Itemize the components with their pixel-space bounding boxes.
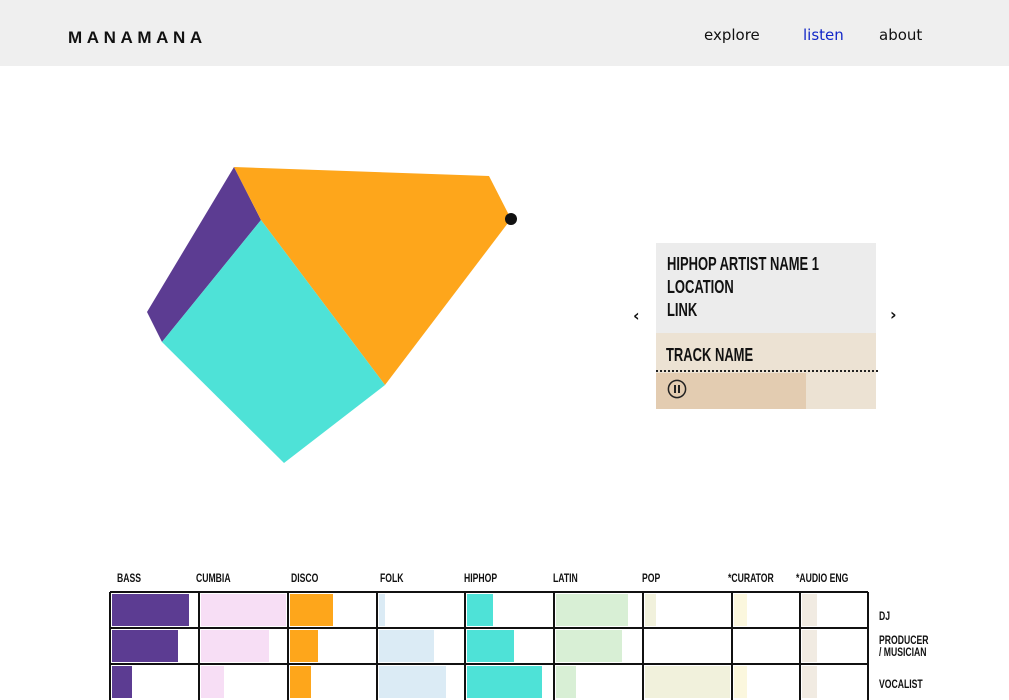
grid-cell-fill — [467, 630, 514, 662]
grid-cell-fill — [645, 666, 730, 698]
grid-cell[interactable] — [199, 592, 288, 628]
genre-header-label: *CURATOR — [728, 571, 774, 585]
genre-header-label: CUMBIA — [196, 571, 231, 585]
grid-cell[interactable] — [288, 664, 377, 700]
grid-cell-fill — [802, 594, 817, 626]
role-label-2[interactable]: VOCALIST — [879, 678, 949, 690]
grid-cell[interactable] — [732, 628, 800, 664]
grid-cell-fill — [112, 594, 189, 626]
grid-cell-fill — [201, 594, 286, 626]
genre-header-label: *AUDIO ENG — [796, 571, 849, 585]
role-label-text: VOCALIST — [879, 677, 923, 691]
artist-name[interactable]: HIPHOP ARTIST NAME 1 — [667, 253, 819, 275]
genre-header-1[interactable]: CUMBIA — [196, 571, 244, 585]
grid-cell-fill — [556, 666, 576, 698]
grid-cell-fill — [201, 630, 269, 662]
genre-header-3[interactable]: FOLK — [380, 571, 413, 585]
grid-cell[interactable] — [199, 664, 288, 700]
genre-header-label: LATIN — [553, 571, 578, 585]
grid-cell[interactable] — [643, 664, 732, 700]
artist-link[interactable]: LINK — [667, 299, 697, 321]
genre-header-label: BASS — [117, 571, 142, 585]
grid-cell[interactable] — [800, 628, 868, 664]
grid-cell[interactable] — [377, 592, 465, 628]
genre-header-label: FOLK — [380, 571, 404, 585]
grid-cell[interactable] — [554, 592, 643, 628]
track-name-wrap: TRACK NAME — [666, 344, 787, 367]
grid-cell[interactable] — [732, 592, 800, 628]
grid-cell-fill — [379, 594, 385, 626]
grid-cell[interactable] — [110, 664, 199, 700]
artist-link-wrap: LINK — [667, 299, 709, 322]
shape-vertex-marker[interactable] — [505, 213, 517, 225]
grid-cell-fill — [379, 630, 434, 662]
pause-icon[interactable] — [667, 379, 687, 399]
grid-cell-fill — [112, 630, 178, 662]
grid-cell-fill — [556, 630, 622, 662]
grid-cell[interactable] — [288, 592, 377, 628]
genre-header-0[interactable]: BASS — [117, 571, 150, 585]
grid-cell[interactable] — [800, 592, 868, 628]
genre-header-8[interactable]: *AUDIO ENG — [796, 571, 869, 585]
grid-cell-fill — [467, 666, 542, 698]
grid-cell[interactable] — [643, 592, 732, 628]
grid-cell-fill — [290, 666, 311, 698]
grid-cell[interactable] — [554, 664, 643, 700]
genre-header-2[interactable]: DISCO — [291, 571, 329, 585]
role-label-1[interactable]: PRODUCER / MUSICIAN — [879, 634, 949, 658]
genre-header-6[interactable]: POP — [642, 571, 667, 585]
grid-cell[interactable] — [800, 664, 868, 700]
genre-header-5[interactable]: LATIN — [553, 571, 587, 585]
role-label-text: PRODUCER / MUSICIAN — [879, 633, 929, 659]
genre-header-label: DISCO — [291, 571, 319, 585]
grid-cell-fill — [290, 630, 318, 662]
track-divider-line — [656, 370, 878, 372]
grid-cell[interactable] — [554, 628, 643, 664]
grid-cell[interactable] — [199, 628, 288, 664]
grid-cell[interactable] — [288, 628, 377, 664]
genre-header-7[interactable]: *CURATOR — [728, 571, 792, 585]
grid-cell[interactable] — [643, 628, 732, 664]
grid-cell[interactable] — [732, 664, 800, 700]
grid-cell[interactable] — [465, 592, 554, 628]
grid-cell-fill — [379, 666, 446, 698]
grid-cell[interactable] — [465, 628, 554, 664]
grid-cell-fill — [734, 666, 747, 698]
role-label-text: DJ — [879, 609, 891, 623]
genre-header-label: HIPHOP — [464, 571, 498, 585]
grid-cell-fill — [802, 666, 817, 698]
grid-cell[interactable] — [110, 592, 199, 628]
grid-cell-fill — [112, 666, 132, 698]
grid-cell-fill — [556, 594, 628, 626]
grid-cell-fill — [734, 594, 747, 626]
artist-location-wrap: LOCATION — [667, 276, 760, 299]
chevron-right-icon[interactable]: › — [890, 307, 897, 323]
grid-cell-fill — [467, 594, 493, 626]
grid-cell-fill — [645, 594, 656, 626]
grid-cell-fill — [290, 594, 333, 626]
grid-cell[interactable] — [110, 628, 199, 664]
artist-name-wrap: HIPHOP ARTIST NAME 1 — [667, 253, 878, 276]
artist-location: LOCATION — [667, 277, 734, 297]
grid-cell[interactable] — [465, 664, 554, 700]
grid-cell-fill — [201, 666, 224, 698]
grid-cell-fill — [802, 630, 817, 662]
grid-cell[interactable] — [377, 628, 465, 664]
grid-cell[interactable] — [377, 664, 465, 700]
track-name: TRACK NAME — [666, 345, 754, 365]
chevron-left-icon[interactable]: ‹ — [633, 308, 640, 324]
role-label-0[interactable]: DJ — [879, 610, 949, 622]
genre-header-4[interactable]: HIPHOP — [464, 571, 510, 585]
genre-header-label: POP — [642, 571, 661, 585]
